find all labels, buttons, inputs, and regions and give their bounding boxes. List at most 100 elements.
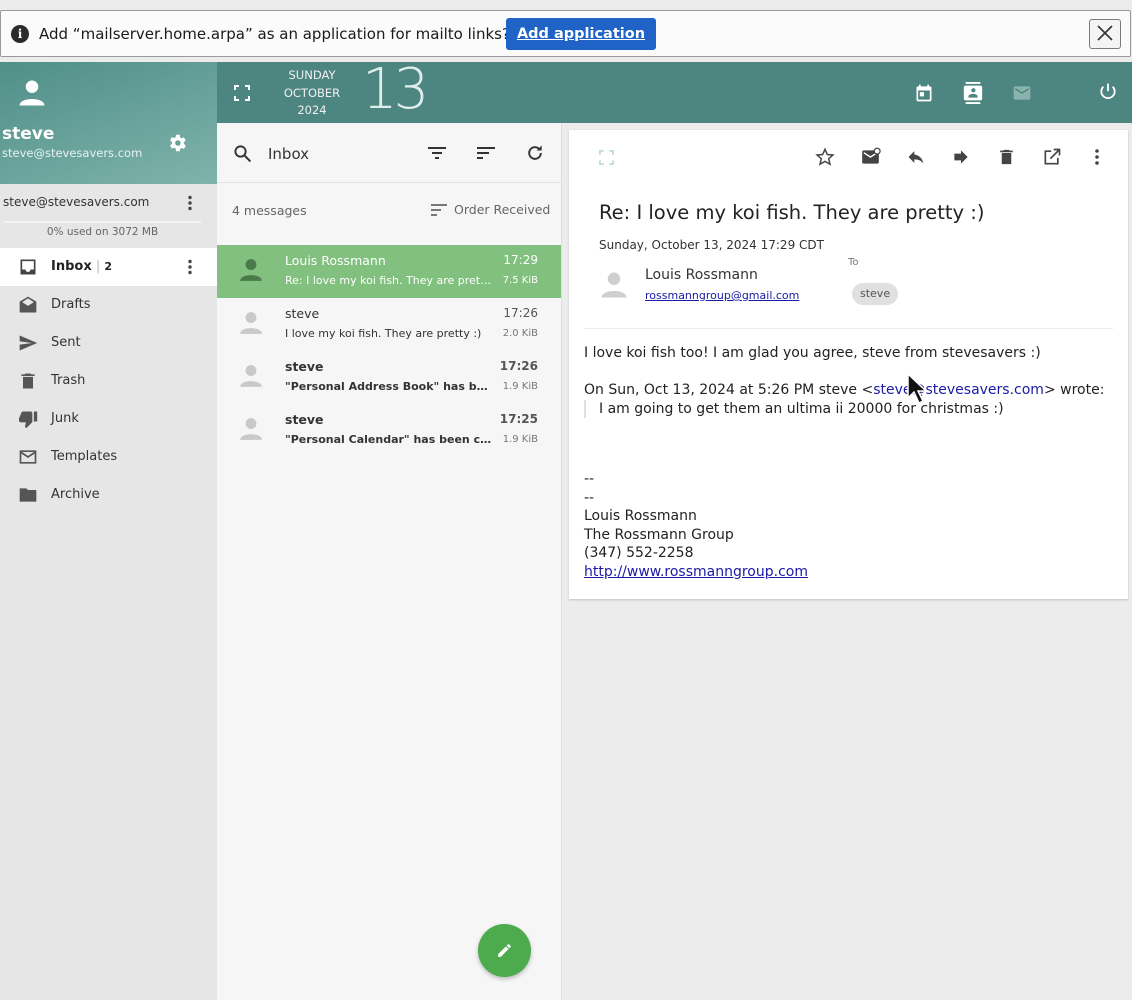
message-size: 1.9 KiB [502, 434, 538, 445]
folder-sent[interactable]: Sent [0, 324, 217, 362]
folder-trash[interactable]: Trash [0, 362, 217, 400]
sender-avatar-icon [240, 259, 262, 281]
message-size: 1.9 KiB [502, 381, 538, 392]
folder-menu-icon[interactable] [186, 259, 194, 275]
sort-order-label[interactable]: Order Received [454, 202, 550, 217]
quote-email-link[interactable]: steve@stevesavers.com [873, 382, 1044, 398]
sort-order-icon[interactable] [430, 203, 448, 217]
filter-icon[interactable] [427, 145, 447, 161]
user-name: steve [2, 124, 55, 144]
search-input[interactable]: Inbox [268, 145, 309, 163]
star-icon[interactable] [815, 147, 835, 167]
contacts-icon[interactable] [962, 82, 984, 104]
signature-url-link[interactable]: http://www.rossmanngroup.com [584, 564, 808, 580]
folder-label: Inbox [51, 259, 92, 274]
gear-icon[interactable] [166, 132, 188, 154]
search-icon[interactable] [233, 144, 252, 163]
forward-icon[interactable] [951, 147, 971, 167]
sender-name: Louis Rossmann [645, 267, 758, 283]
power-icon[interactable] [1098, 82, 1118, 102]
drafts-icon [19, 296, 37, 313]
message-list-pane: Inbox 4 messages Order Received Louis Ro… [217, 123, 562, 1000]
trash-icon [21, 373, 35, 389]
quote-header: On Sun, Oct 13, 2024 at 5:26 PM steve <s… [584, 382, 1105, 398]
quota-bar [4, 221, 201, 223]
header-divider [584, 328, 1113, 329]
day-number: 13 [362, 57, 429, 122]
message-time: 17:29 [503, 253, 538, 267]
mail-icon [19, 450, 37, 464]
message-row[interactable]: Louis Rossmann Re: I love my koi fish. T… [217, 245, 561, 298]
message-subject: "Personal Address Book" has been crea... [285, 380, 495, 393]
mouse-cursor-icon [907, 373, 927, 405]
message-size: 7.5 KiB [502, 275, 538, 286]
body-line: I love koi fish too! I am glad you agree… [584, 345, 1041, 361]
signature-dash: -- [584, 489, 595, 506]
pencil-icon [498, 944, 511, 957]
message-row[interactable]: steve "Personal Address Book" has been c… [217, 351, 561, 404]
folder-inbox[interactable]: Inbox | 2 [0, 248, 217, 286]
sender-avatar-icon [240, 418, 262, 440]
folder-label: Sent [51, 335, 81, 350]
month: OCTOBER [283, 85, 341, 100]
folder-archive[interactable]: Archive [0, 476, 217, 514]
date-display: SUNDAY OCTOBER 2024 [277, 67, 347, 120]
thumbs-down-icon [19, 411, 38, 429]
notification-message: Add “mailserver.home.arpa” as an applica… [39, 25, 510, 43]
more-options-icon[interactable] [1093, 148, 1101, 166]
message-size: 2.0 KiB [502, 328, 538, 339]
unread-count: 2 [104, 260, 113, 273]
top-bar: SUNDAY OCTOBER 2024 13 [217, 57, 1132, 123]
quoted-text: I am going to get them an ultima ii 2000… [584, 399, 1104, 418]
to-label: To [848, 257, 859, 268]
user-email: steve@stevesavers.com [2, 146, 143, 160]
signature-dash: -- [584, 471, 595, 487]
sender-avatar-icon [240, 312, 262, 334]
message-time: 17:25 [499, 412, 538, 426]
trash-icon[interactable] [997, 147, 1016, 167]
sender-email-link[interactable]: rossmanngroup@gmail.com [645, 289, 799, 302]
send-icon [19, 335, 38, 351]
reply-icon[interactable] [906, 147, 926, 167]
quota-text: 0% used on 3072 MB [46, 226, 159, 238]
signature-company: The Rossmann Group [584, 526, 734, 543]
fullscreen-icon[interactable] [234, 85, 250, 101]
folder-label: Junk [51, 411, 79, 426]
close-icon [1097, 25, 1113, 41]
message-from: Louis Rossmann [285, 253, 386, 268]
folder-label: Templates [51, 449, 118, 464]
expand-icon[interactable] [599, 150, 614, 165]
message-body: I love koi fish too! I am glad you agree… [584, 344, 1104, 581]
add-application-button[interactable]: Add application [506, 18, 656, 50]
account-menu-icon[interactable] [186, 195, 194, 211]
close-notification-button[interactable] [1089, 19, 1121, 49]
sender-avatar-icon [601, 272, 627, 298]
open-external-icon[interactable] [1042, 147, 1062, 167]
recipient-chip[interactable]: steve [852, 283, 899, 305]
folder-drafts[interactable]: Drafts [0, 286, 217, 324]
folder-junk[interactable]: Junk [0, 400, 217, 438]
refresh-icon[interactable] [525, 143, 545, 163]
calendar-icon[interactable] [914, 83, 934, 103]
mail-icon[interactable] [1012, 83, 1032, 103]
message-from: steve [285, 359, 324, 374]
inbox-icon [20, 259, 36, 275]
folder-label: Trash [51, 373, 86, 388]
weekday: SUNDAY [288, 68, 336, 82]
message-time: 17:26 [499, 359, 538, 373]
message-subject-heading: Re: I love my koi fish. They are pretty … [599, 201, 985, 224]
folder-templates[interactable]: Templates [0, 438, 217, 476]
year: 2024 [297, 103, 327, 117]
mark-unread-icon[interactable] [860, 147, 881, 167]
sort-icon[interactable] [476, 145, 496, 161]
user-avatar-icon [19, 80, 45, 106]
compose-button[interactable] [478, 924, 531, 977]
search-bar[interactable]: Inbox [217, 123, 562, 183]
message-subject: Re: I love my koi fish. They are pretty … [285, 274, 495, 287]
message-row[interactable]: steve "Personal Calendar" has been creat… [217, 404, 561, 457]
message-count: 4 messages [232, 203, 307, 218]
folder-icon [19, 488, 37, 502]
sidebar: steve steve@stevesavers.com steve@steves… [0, 62, 217, 1000]
message-row[interactable]: steve I love my koi fish. They are prett… [217, 298, 561, 351]
message-subject: I love my koi fish. They are pretty :) [285, 327, 482, 340]
